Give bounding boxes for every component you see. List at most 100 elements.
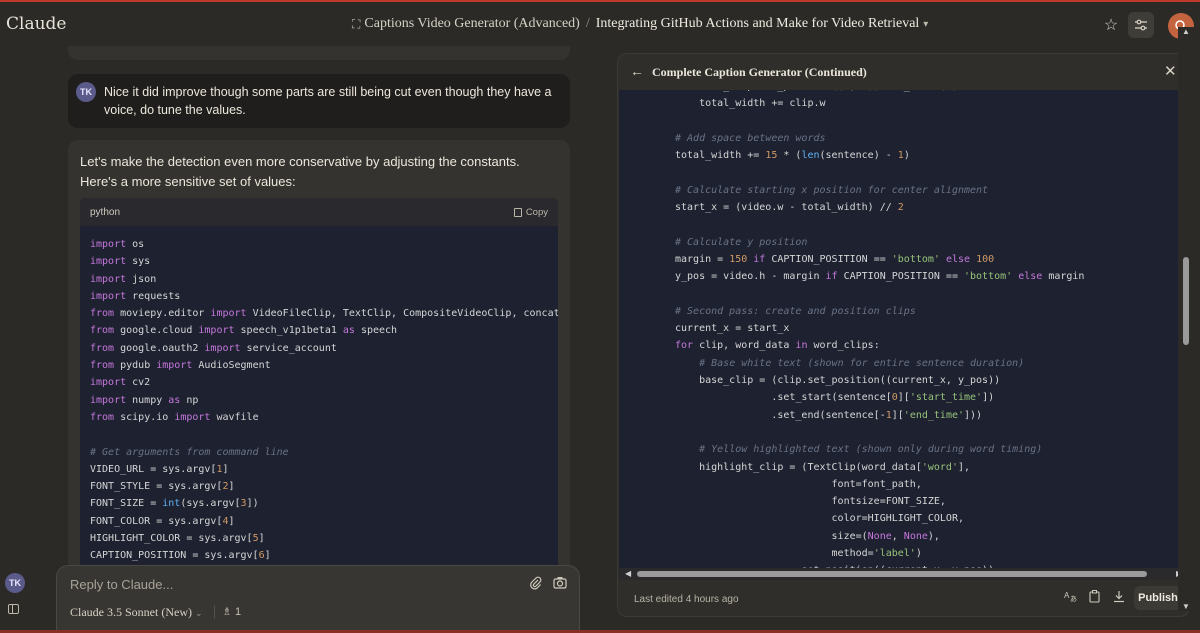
- sidebar-toggle-icon[interactable]: [8, 604, 19, 614]
- project-icon: ⛶: [352, 16, 361, 31]
- page-scrollbar-thumb[interactable]: [1183, 257, 1189, 345]
- artifact-code-line: # Add space between words: [675, 132, 826, 144]
- artifact-code-line: [675, 113, 1084, 130]
- camera-icon[interactable]: [553, 576, 567, 592]
- chat-thread: TK Nice it did improve though some parts…: [68, 46, 570, 566]
- artifact-code-line: [675, 424, 1084, 441]
- artifact-code-line: base_clip = (clip.set_position((current_…: [675, 375, 1001, 387]
- sliders-icon[interactable]: [1128, 12, 1154, 38]
- chat-title[interactable]: Integrating GitHub Actions and Make for …: [596, 16, 920, 32]
- last-edited-status: Last edited 4 hours ago: [634, 594, 739, 605]
- paperclip-icon[interactable]: [529, 576, 542, 593]
- model-selector[interactable]: Claude 3.5 Sonnet (New) ⌄: [70, 605, 203, 620]
- scroll-left-icon[interactable]: ◀: [625, 569, 631, 578]
- code-block: python Copy import os import sys import js…: [80, 198, 558, 566]
- header: Claude ⛶ Captions Video Generator (Advan…: [0, 2, 1200, 46]
- code-line: from pydub import AudioSegment: [90, 360, 271, 372]
- model-name: Claude 3.5 Sonnet (New): [70, 605, 192, 619]
- download-icon[interactable]: [1113, 590, 1125, 606]
- artifact-code-line: margin = 150 if CAPTION_POSITION == 'bot…: [675, 253, 995, 265]
- artifact-code-line: [675, 164, 1084, 181]
- artifact-panel: ← Complete Caption Generator (Continued)…: [617, 53, 1190, 617]
- avatar: TK: [76, 82, 96, 102]
- style-count: 1: [234, 606, 242, 618]
- artifact-code-line: fontsize=FONT_SIZE,: [675, 496, 946, 508]
- artifact-code-line: total_width += 15 * (len(sentence) - 1): [675, 150, 910, 162]
- code-line: import os: [90, 239, 145, 250]
- breadcrumb: ⛶ Captions Video Generator (Advanced) / …: [352, 16, 928, 32]
- artifact-code-line: current_x = start_x: [675, 323, 790, 335]
- breadcrumb-separator: /: [585, 16, 590, 31]
- artifact-code-line: font=font_path,: [675, 478, 922, 490]
- user-message: TK Nice it did improve though some parts…: [68, 74, 570, 128]
- translate-icon[interactable]: Aあ: [1064, 590, 1077, 605]
- code-line: import requests: [90, 290, 181, 302]
- artifact-code-line: .set_start(sentence[0]['start_time']): [675, 392, 995, 404]
- code-line: import sys: [90, 256, 151, 268]
- scroll-down-icon[interactable]: ▼: [1182, 602, 1190, 611]
- code-language: python: [90, 206, 121, 218]
- artifact-code-line: color=HIGHLIGHT_COLOR,: [675, 513, 964, 525]
- assistant-message: Let's make the detection even more conse…: [68, 140, 570, 566]
- user-message-text: Nice it did improve though some parts ar…: [104, 85, 552, 117]
- previous-message: [68, 46, 570, 60]
- code-block-header: python Copy: [80, 198, 558, 226]
- artifact-code-line: .set_end(sentence[-1]['end_time'])): [675, 409, 983, 421]
- horizontal-scrollbar[interactable]: ◀ ▶: [619, 568, 1189, 580]
- reply-placeholder[interactable]: Reply to Claude...: [70, 577, 173, 592]
- code-line: from moviepy.editor import VideoFileClip…: [90, 308, 558, 320]
- artifact-code-line: size=(None, None),: [675, 530, 940, 542]
- style-selector[interactable]: ♗ 1: [214, 605, 242, 619]
- breadcrumb-project[interactable]: Captions Video Generator (Advanced): [364, 16, 579, 32]
- code-line: VIDEO_URL = sys.argv[1]: [90, 463, 229, 475]
- copy-icon: [513, 207, 522, 217]
- reply-input[interactable]: Reply to Claude... Claude 3.5 Sonnet (Ne…: [56, 565, 580, 633]
- code-line: HIGHLIGHT_COLOR = sys.argv[5]: [90, 533, 265, 545]
- artifact-code-view[interactable]: text_clip.set_position((0, 0)).set_start…: [619, 90, 1189, 568]
- close-icon[interactable]: ✕: [1164, 62, 1177, 80]
- chevron-down-icon[interactable]: ▾: [923, 19, 928, 30]
- artifact-code-content: text_clip.set_position((0, 0)).set_start…: [675, 90, 1084, 568]
- assistant-message-text: Let's make the detection even more conse…: [80, 154, 520, 189]
- star-icon[interactable]: ☆: [1098, 12, 1124, 38]
- artifact-code-line: total_width += clip.w: [675, 98, 826, 110]
- back-arrow-icon[interactable]: ←: [630, 63, 644, 79]
- code-line: from scipy.io import wavfile: [90, 411, 259, 423]
- clipboard-icon[interactable]: [1089, 590, 1100, 606]
- code-line: # Get arguments from command line: [90, 446, 289, 458]
- code-line: FONT_STYLE = sys.argv[2]: [90, 481, 235, 493]
- svg-text:あ: あ: [1070, 595, 1077, 602]
- artifact-code-line: start_x = (video.w - total_width) // 2: [675, 202, 904, 214]
- user-avatar[interactable]: TK: [5, 573, 25, 593]
- page-scrollbar[interactable]: ▲ ▼: [1178, 27, 1194, 611]
- code-line: import numpy as np: [90, 394, 199, 406]
- code-line: CAPTION_POSITION = sys.argv[6]: [90, 550, 271, 562]
- publish-button[interactable]: Publish: [1134, 586, 1182, 610]
- code-line: from google.cloud import speech_v1p1beta…: [90, 325, 398, 337]
- artifact-code-line: [675, 216, 1084, 233]
- code-line: FONT_SIZE = int(sys.argv[3]): [90, 498, 259, 510]
- code-line: from google.oauth2 import service_accoun…: [90, 342, 337, 354]
- divider: [214, 606, 215, 619]
- chevron-down-icon: ⌄: [194, 608, 203, 618]
- copy-button[interactable]: Copy: [513, 207, 548, 218]
- artifact-code-line: y_pos = video.h - margin if CAPTION_POSI…: [675, 271, 1085, 283]
- code-content: import os import sys import json import req…: [80, 226, 558, 566]
- artifact-code-line: # Calculate y position: [675, 236, 808, 248]
- app-logo[interactable]: Claude: [6, 14, 66, 34]
- artifact-code-line: method='label'): [675, 548, 922, 560]
- artifact-code-line: # Second pass: create and position clips: [675, 305, 916, 317]
- artifact-code-line: highlight_clip = (TextClip(word_data['wo…: [675, 461, 971, 473]
- artifact-code-line: [675, 286, 1084, 303]
- artifact-code-line: for clip, word_data in word_clips:: [675, 340, 880, 352]
- style-icon: ♗: [222, 606, 232, 618]
- artifact-code-line: # Calculate starting x position for cent…: [675, 184, 989, 196]
- scroll-up-icon[interactable]: ▲: [1182, 27, 1190, 36]
- artifact-header: ← Complete Caption Generator (Continued)…: [618, 54, 1189, 90]
- code-line: import json: [90, 273, 157, 285]
- artifact-code-line: # Yellow highlighted text (shown only du…: [699, 444, 1043, 456]
- scrollbar-thumb[interactable]: [637, 571, 1147, 577]
- artifact-title: Complete Caption Generator (Continued): [652, 65, 867, 79]
- code-line: import cv2: [90, 377, 151, 389]
